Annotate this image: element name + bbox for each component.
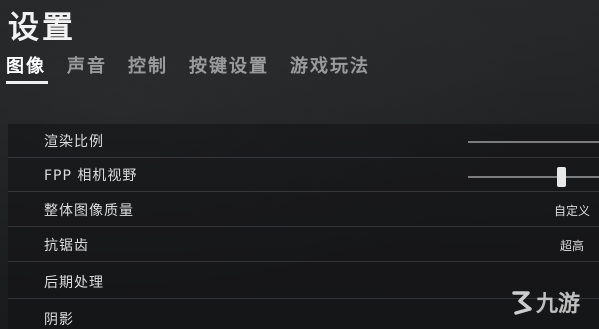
setting-row-anti-aliasing[interactable]: 抗锯齿 超高 (8, 229, 599, 262)
setting-value: 超高 (560, 238, 585, 253)
tab-gameplay[interactable]: 游戏玩法 (290, 52, 370, 78)
setting-label: 后期处理 (44, 275, 104, 291)
setting-row-fpp-fov: FPP 相机视野 (8, 159, 599, 192)
active-tab-underline (6, 81, 48, 84)
setting-value: 自定义 (554, 203, 591, 218)
watermark-text: 九游 (536, 292, 581, 317)
tab-label: 声音 (67, 56, 107, 77)
watermark-logo-icon (512, 291, 532, 315)
fpp-fov-slider-thumb[interactable] (557, 167, 566, 187)
watermark: 九游 (508, 286, 580, 318)
setting-row-overall-quality[interactable]: 整体图像质量 自定义 (8, 194, 599, 227)
page-title: 设置 (8, 10, 76, 46)
tab-keybindings[interactable]: 按键设置 (189, 52, 269, 78)
setting-label: FPP 相机视野 (44, 168, 138, 184)
setting-row-render-scale: 渲染比例 (8, 125, 599, 158)
setting-label: 阴影 (44, 311, 74, 328)
tab-label: 按键设置 (189, 56, 269, 77)
tab-controls[interactable]: 控制 (128, 52, 168, 78)
tab-graphics[interactable]: 图像 (6, 52, 48, 84)
setting-label: 渲染比例 (44, 134, 104, 150)
setting-label: 抗锯齿 (44, 238, 89, 254)
tab-label: 控制 (128, 56, 168, 77)
settings-tabs: 图像 声音 控制 按键设置 游戏玩法 (6, 52, 370, 84)
render-scale-slider[interactable] (468, 141, 599, 143)
fpp-fov-slider-track[interactable] (468, 176, 599, 178)
tab-label: 图像 (6, 56, 46, 77)
setting-label: 整体图像质量 (44, 203, 134, 219)
tab-sound[interactable]: 声音 (67, 52, 107, 78)
tab-label: 游戏玩法 (290, 56, 370, 77)
